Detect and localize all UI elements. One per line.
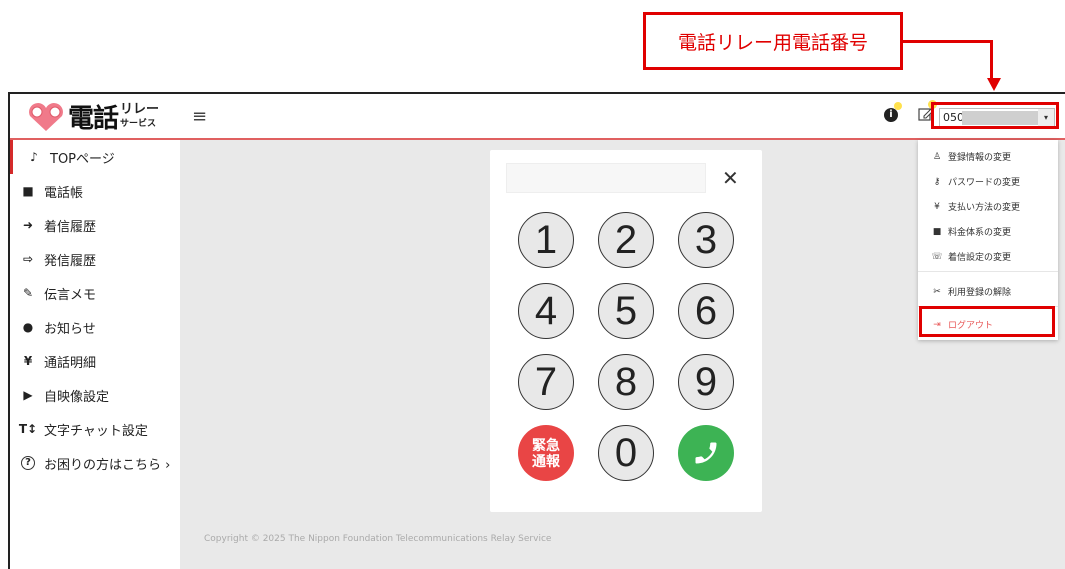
callout-connector-h [903, 40, 992, 43]
sidebar-item-self-video[interactable]: ▶ 自映像設定 [10, 378, 180, 412]
logo-sub-top: リレー [120, 101, 160, 117]
screenshot-stage: 電話リレー用電話番号 電話 リレー サービス ≡ i 050 ▾ ♪ TOPペー… [0, 0, 1065, 569]
phone-icon [695, 442, 717, 464]
sidebar-item-label: 発信履歴 [44, 253, 97, 269]
key-3[interactable]: 3 [678, 212, 734, 268]
logo-sub-bottom: サービス [120, 118, 157, 129]
user-icon: ♙ [932, 151, 942, 162]
callout-arrow-icon [987, 78, 1001, 91]
dial-number-input[interactable] [506, 163, 706, 193]
sign-out-icon: ⇨ [22, 252, 34, 266]
sidebar-item-top[interactable]: ♪ TOPページ [10, 140, 180, 174]
emergency-label-2: 通報 [532, 453, 560, 469]
video-camera-icon: ▶ [23, 388, 33, 402]
key-0[interactable]: 0 [598, 425, 654, 481]
logo[interactable]: 電話 リレー サービス [24, 98, 159, 135]
menu-divider [918, 271, 1058, 272]
sidebar-item-label: お知らせ [44, 321, 96, 337]
user-slash-icon: ✂ [933, 286, 941, 297]
key-7[interactable]: 7 [518, 354, 574, 410]
menu-item-cancel-registration[interactable]: ✂ 利用登録の解除 [930, 285, 1012, 299]
logo-main-text: 電話 [68, 104, 119, 134]
logo-sub: リレー サービス [120, 101, 160, 131]
call-button[interactable] [678, 425, 734, 481]
info-icon: ● [22, 320, 34, 334]
sidebar-item-outgoing-history[interactable]: ⇨ 発信履歴 [10, 242, 180, 276]
key-9[interactable]: 9 [678, 354, 734, 410]
logout-highlight [919, 306, 1055, 337]
menu-item-change-plan[interactable]: ■ 料金体系の変更 [930, 225, 1012, 239]
notification-badge [894, 102, 902, 110]
callout-text: 電話リレー用電話番号 [677, 31, 868, 54]
text-height-icon: T↕ [18, 422, 38, 436]
menu-item-edit-registration[interactable]: ♙ 登録情報の変更 [930, 150, 1012, 164]
sidebar-item-incoming-history[interactable]: ➜ 着信履歴 [10, 208, 180, 242]
info-icon[interactable]: i [884, 108, 898, 122]
sidebar-item-label: 電話帳 [44, 185, 84, 201]
key-5[interactable]: 5 [598, 283, 654, 339]
sidebar-item-label: 文字チャット設定 [44, 423, 148, 439]
app-window: 電話 リレー サービス ≡ i 050 ▾ ♪ TOPページ ■ 電話帳 ➜ 着… [8, 92, 1065, 569]
music-note-icon: ♪ [30, 150, 38, 164]
key-4[interactable]: 4 [518, 283, 574, 339]
key-icon: ⚷ [933, 176, 941, 187]
phone-number-highlight [931, 102, 1059, 129]
yen-icon: ¥ [23, 354, 33, 368]
heart-logo-icon [29, 102, 63, 131]
question-circle-icon: ? [21, 456, 35, 470]
key-2[interactable]: 2 [598, 212, 654, 268]
menu-item-change-password[interactable]: ⚷ パスワードの変更 [930, 175, 1021, 189]
key-6[interactable]: 6 [678, 283, 734, 339]
sidebar-item-label: 着信履歴 [44, 219, 97, 235]
address-book-icon: ■ [22, 184, 34, 198]
menu-item-label: 料金体系の変更 [948, 228, 1012, 238]
menu-item-change-payment[interactable]: ¥ 支払い方法の変更 [930, 200, 1021, 214]
copyright-text: Copyright © 2025 The Nippon Foundation T… [204, 534, 552, 544]
callout-label: 電話リレー用電話番号 [643, 12, 903, 70]
sidebar-item-help[interactable]: ? お困りの方はこちら › [10, 446, 180, 480]
sidebar-item-phonebook[interactable]: ■ 電話帳 [10, 174, 180, 208]
menu-item-label: パスワードの変更 [948, 178, 1021, 188]
sidebar-item-voice-memo[interactable]: ✎ 伝言メモ [10, 276, 180, 310]
sidebar-item-label: 自映像設定 [44, 389, 110, 405]
menu-item-change-incoming-settings[interactable]: ☏ 着信設定の変更 [930, 250, 1012, 264]
sidebar-item-text-chat[interactable]: T↕ 文字チャット設定 [10, 412, 180, 446]
sidebar-item-call-details[interactable]: ¥ 通話明細 [10, 344, 180, 378]
phone-volume-icon: ☏ [931, 251, 943, 262]
sidebar-item-label: お困りの方はこちら › [44, 457, 171, 473]
emergency-label-1: 緊急 [532, 437, 560, 453]
menu-item-label: 登録情報の変更 [948, 153, 1012, 163]
menu-item-label: 支払い方法の変更 [948, 203, 1021, 213]
key-1[interactable]: 1 [518, 212, 574, 268]
sidebar-item-label: TOPページ [50, 151, 115, 167]
dialpad: ✕ 1 2 3 4 5 6 7 8 9 緊急 通報 0 [490, 150, 762, 512]
edit-icon: ✎ [22, 286, 34, 300]
top-bar: 電話 リレー サービス ≡ i 050 ▾ [10, 94, 1065, 140]
sidebar-item-label: 伝言メモ [44, 287, 97, 303]
hamburger-menu-icon[interactable]: ≡ [192, 106, 207, 127]
emergency-call-button[interactable]: 緊急 通報 [518, 425, 574, 481]
key-8[interactable]: 8 [598, 354, 654, 410]
menu-item-label: 利用登録の解除 [948, 288, 1012, 298]
callout-connector-v [990, 40, 993, 80]
sidebar-item-news[interactable]: ● お知らせ [10, 310, 180, 344]
sign-in-icon: ➜ [22, 218, 34, 232]
menu-item-label: 着信設定の変更 [948, 253, 1012, 263]
wallet-icon: ■ [932, 226, 942, 237]
sidebar-item-label: 通話明細 [44, 355, 97, 371]
sidebar: ♪ TOPページ ■ 電話帳 ➜ 着信履歴 ⇨ 発信履歴 ✎ 伝言メモ ● お知… [10, 140, 180, 569]
close-icon[interactable]: ✕ [722, 166, 739, 190]
yen-icon: ¥ [934, 201, 940, 212]
